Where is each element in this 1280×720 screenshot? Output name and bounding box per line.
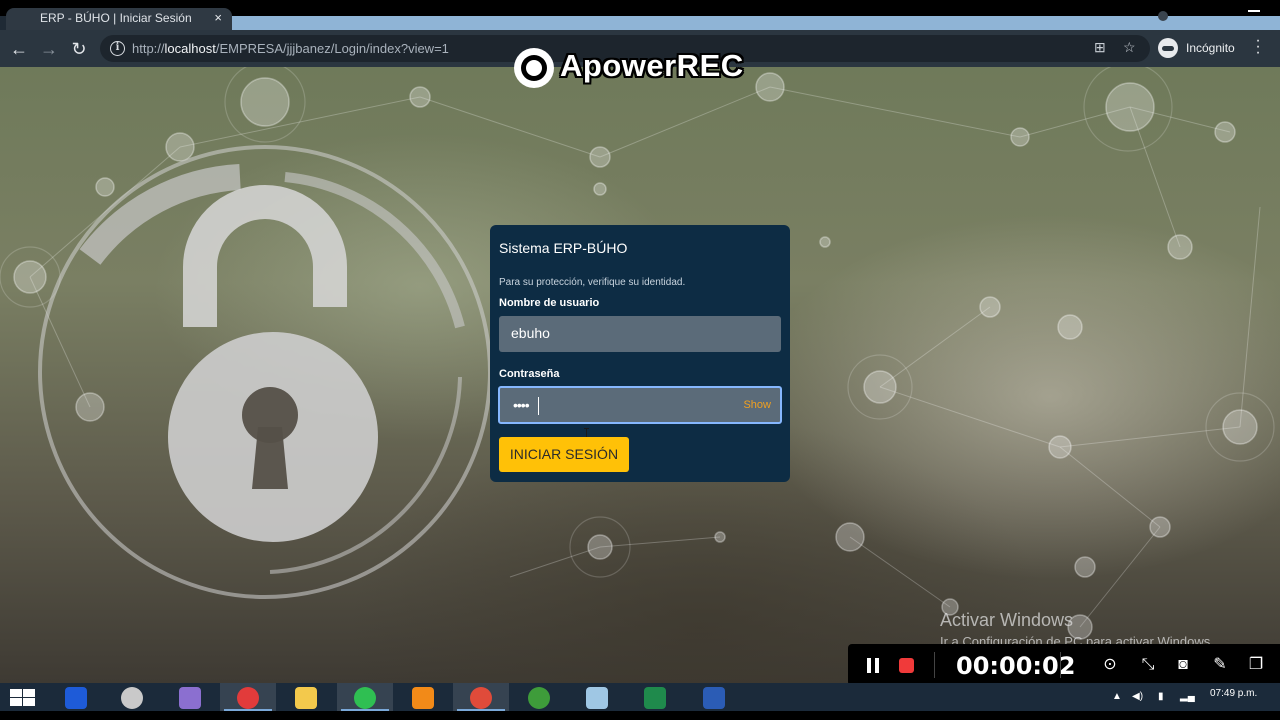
browser-tabbar: ERP - BÚHO | Iniciar Sesión ×	[0, 0, 1280, 30]
battery-icon[interactable]: ▮	[1158, 691, 1164, 702]
camera-icon[interactable]: ◙	[1173, 656, 1193, 674]
screenshot-region-icon[interactable]: ⊙	[1100, 656, 1120, 674]
bookmark-star-icon[interactable]: ☆	[1123, 39, 1136, 56]
taskbar-app-notes[interactable]	[569, 683, 625, 711]
forward-icon[interactable]: →	[38, 38, 60, 60]
divider	[934, 652, 935, 678]
padlock-illustration	[38, 145, 492, 599]
browser-menu-icon[interactable]: · · ·	[1254, 33, 1262, 61]
pen-icon[interactable]: ✎	[1210, 656, 1230, 674]
divider	[1060, 652, 1061, 678]
login-subtitle: Para su protección, verifique su identid…	[499, 277, 686, 288]
recording-timer: 00:00:02	[956, 652, 1076, 680]
screen: ERP - BÚHO | Iniciar Sesión × ← → ↻ i ht…	[0, 0, 1280, 720]
tab-title: ERP - BÚHO | Iniciar Sesión	[40, 11, 192, 25]
taskbar-app-hs[interactable]	[511, 683, 567, 711]
incognito-label: Incógnito	[1186, 41, 1235, 55]
taskbar-app-file-explorer[interactable]	[278, 683, 334, 711]
username-value: ebuho	[511, 325, 550, 341]
login-button[interactable]: INICIAR SESIÓN	[499, 437, 629, 472]
login-card: Sistema ERP-BÚHO Para su protección, ver…	[490, 225, 790, 482]
taskbar-app-chrome[interactable]	[453, 683, 509, 711]
taskbar-app-word[interactable]	[686, 683, 742, 711]
taskbar-app-media[interactable]	[104, 683, 160, 711]
password-value: ••••	[513, 397, 530, 413]
tray-chevron-icon[interactable]: ▲	[1112, 691, 1122, 702]
url-text[interactable]: http://localhost/EMPRESA/jjjbanez/Login/…	[132, 41, 449, 56]
text-caret	[538, 397, 539, 415]
back-icon[interactable]: ←	[8, 38, 30, 60]
volume-icon[interactable]: ◀)	[1132, 691, 1143, 702]
password-input[interactable]: •••• Show	[498, 386, 782, 424]
taskbar-app-screen-recorder[interactable]	[220, 683, 276, 711]
incognito-icon	[1158, 38, 1178, 58]
stop-icon[interactable]	[899, 658, 914, 673]
taskbar-app-purple[interactable]	[162, 683, 218, 711]
username-label: Nombre de usuario	[499, 297, 600, 309]
recorder-toolbar: 00:00:02 ⊙ ⤡ ◙ ✎ ❐	[848, 644, 1280, 686]
taskbar-app-sublime-text[interactable]	[395, 683, 451, 711]
browser-tab[interactable]: ERP - BÚHO | Iniciar Sesión ×	[6, 8, 232, 30]
page-background: Sistema ERP-BÚHO Para su protección, ver…	[0, 67, 1280, 683]
show-password-toggle[interactable]: Show	[743, 399, 771, 411]
windows-start-icon[interactable]	[10, 689, 36, 707]
login-title: Sistema ERP-BÚHO	[499, 240, 628, 256]
pause-icon[interactable]	[866, 658, 880, 673]
shrink-icon[interactable]: ⤡	[1138, 656, 1158, 674]
tab-close-icon[interactable]: ×	[214, 10, 222, 25]
windows-taskbar: ▲ ◀) ▮ ▂▄ 07:49 p.m.	[0, 683, 1280, 711]
screen-bottom-strip	[0, 711, 1280, 720]
apowerrec-logo-icon	[514, 48, 554, 88]
username-input[interactable]: ebuho	[499, 316, 781, 440]
translate-icon[interactable]: ⊞	[1094, 39, 1106, 56]
site-info-icon[interactable]: i	[110, 41, 125, 56]
apowerrec-text: ApowerREC	[560, 48, 744, 83]
taskbar-app-file-manager[interactable]	[48, 683, 104, 711]
taskbar-app-excel[interactable]	[627, 683, 683, 711]
taskbar-clock[interactable]: 07:49 p.m.	[1210, 688, 1257, 699]
reload-icon[interactable]: ↻	[68, 38, 90, 60]
window-control-icon[interactable]	[1158, 11, 1168, 21]
window-icon[interactable]: ❐	[1246, 656, 1266, 674]
password-label: Contraseña	[499, 368, 560, 380]
minimize-icon[interactable]	[1248, 10, 1260, 12]
new-tab-area[interactable]	[232, 16, 1280, 30]
network-icon[interactable]: ▂▄	[1180, 691, 1195, 702]
activate-windows-title: Activar Windows	[940, 610, 1074, 630]
taskbar-app-whatsapp[interactable]	[337, 683, 393, 711]
